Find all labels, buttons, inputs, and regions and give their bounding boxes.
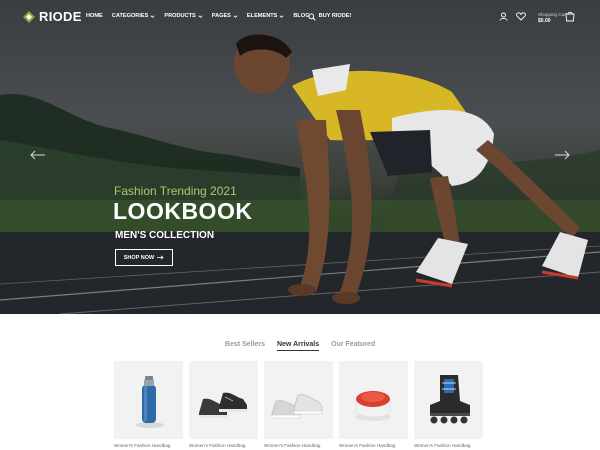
- site-header: RIODE HOME CATEGORIES PRODUCTS PAGES ELE…: [0, 0, 600, 34]
- cart-label: Shopping Cart: [538, 12, 567, 17]
- product-name[interactable]: Women's Fashion Handbag: [414, 443, 483, 448]
- red-speaker-image: [355, 391, 391, 421]
- product-image-inline-skate[interactable]: [414, 361, 483, 439]
- product-tabs: Best Sellers New Arrivals Our Featured: [0, 341, 600, 351]
- nav-item-categories[interactable]: CATEGORIES: [112, 13, 156, 19]
- nav-item-products[interactable]: PRODUCTS: [164, 13, 203, 19]
- site-logo[interactable]: RIODE: [23, 9, 82, 24]
- hero-subtitle: Fashion Trending 2021: [114, 184, 237, 198]
- cart-icon[interactable]: [565, 11, 575, 22]
- product-card[interactable]: Women's Fashion Handbag: [264, 361, 333, 448]
- hero-background-image: [0, 34, 600, 314]
- next-slide-arrow-icon[interactable]: [554, 150, 570, 160]
- black-sneakers-image: [199, 392, 247, 418]
- hero-banner: [0, 0, 600, 314]
- prev-slide-arrow-icon[interactable]: [30, 150, 46, 160]
- chevron-down-icon: [233, 14, 238, 18]
- product-image-white-sneakers[interactable]: [264, 361, 333, 439]
- tab-our-featured[interactable]: Our Featured: [331, 341, 375, 351]
- product-name[interactable]: Women's Fashion Handbag: [264, 443, 333, 448]
- tab-best-sellers[interactable]: Best Sellers: [225, 341, 265, 351]
- product-image-black-sneakers[interactable]: [189, 361, 258, 439]
- nav-item-label: PRODUCTS: [164, 13, 196, 19]
- product-name[interactable]: Women's Fashion Handbag: [114, 443, 183, 448]
- chevron-down-icon: [198, 14, 203, 18]
- chevron-down-icon: [150, 14, 155, 18]
- nav-item-buy-riode[interactable]: BUY RIODE!: [319, 13, 352, 19]
- arrow-right-icon: [157, 255, 164, 260]
- logo-text: RIODE: [39, 9, 82, 24]
- chevron-down-icon: [279, 14, 284, 18]
- nav-item-home[interactable]: HOME: [86, 13, 103, 19]
- nav-item-label: BUY RIODE!: [318, 13, 352, 19]
- product-image-blue-bottle[interactable]: [114, 361, 183, 439]
- nav-item-label: PAGES: [211, 13, 231, 19]
- inline-skate-image: [430, 375, 470, 424]
- nav-item-pages[interactable]: PAGES: [212, 13, 238, 19]
- shop-now-label: SHOP NOW: [123, 254, 155, 261]
- nav-item-elements[interactable]: ELEMENTS: [247, 13, 284, 19]
- nav-item-label: ELEMENTS: [246, 13, 278, 19]
- heart-icon[interactable]: [516, 12, 526, 21]
- shop-now-button[interactable]: SHOP NOW: [115, 249, 173, 266]
- product-card[interactable]: Women's Fashion Handbag: [114, 361, 183, 448]
- search-icon[interactable]: [308, 13, 316, 21]
- white-sneakers-image: [271, 394, 323, 419]
- product-card[interactable]: Women's Fashion Handbag: [189, 361, 258, 448]
- product-name[interactable]: Women's Fashion Handbag: [339, 443, 408, 448]
- cart-total: $0.00: [538, 18, 551, 24]
- hero-title: LOOKBOOK: [113, 198, 253, 224]
- tab-new-arrivals[interactable]: New Arrivals: [276, 341, 320, 351]
- hero-collection-label: MEN'S COLLECTION: [115, 230, 215, 241]
- product-card[interactable]: Women's Fashion Handbag: [414, 361, 483, 448]
- logo-diamond-icon: [23, 10, 35, 23]
- nav-item-label: HOME: [86, 13, 103, 19]
- product-card[interactable]: Women's Fashion Handbag: [339, 361, 408, 448]
- user-icon[interactable]: [499, 12, 508, 21]
- product-grid: Women's Fashion Handbag Women's Fashion …: [114, 361, 483, 448]
- blue-bottle-image: [136, 376, 164, 428]
- product-image-red-speaker[interactable]: [339, 361, 408, 439]
- product-name[interactable]: Women's Fashion Handbag: [189, 443, 258, 448]
- nav-item-label: CATEGORIES: [111, 13, 149, 19]
